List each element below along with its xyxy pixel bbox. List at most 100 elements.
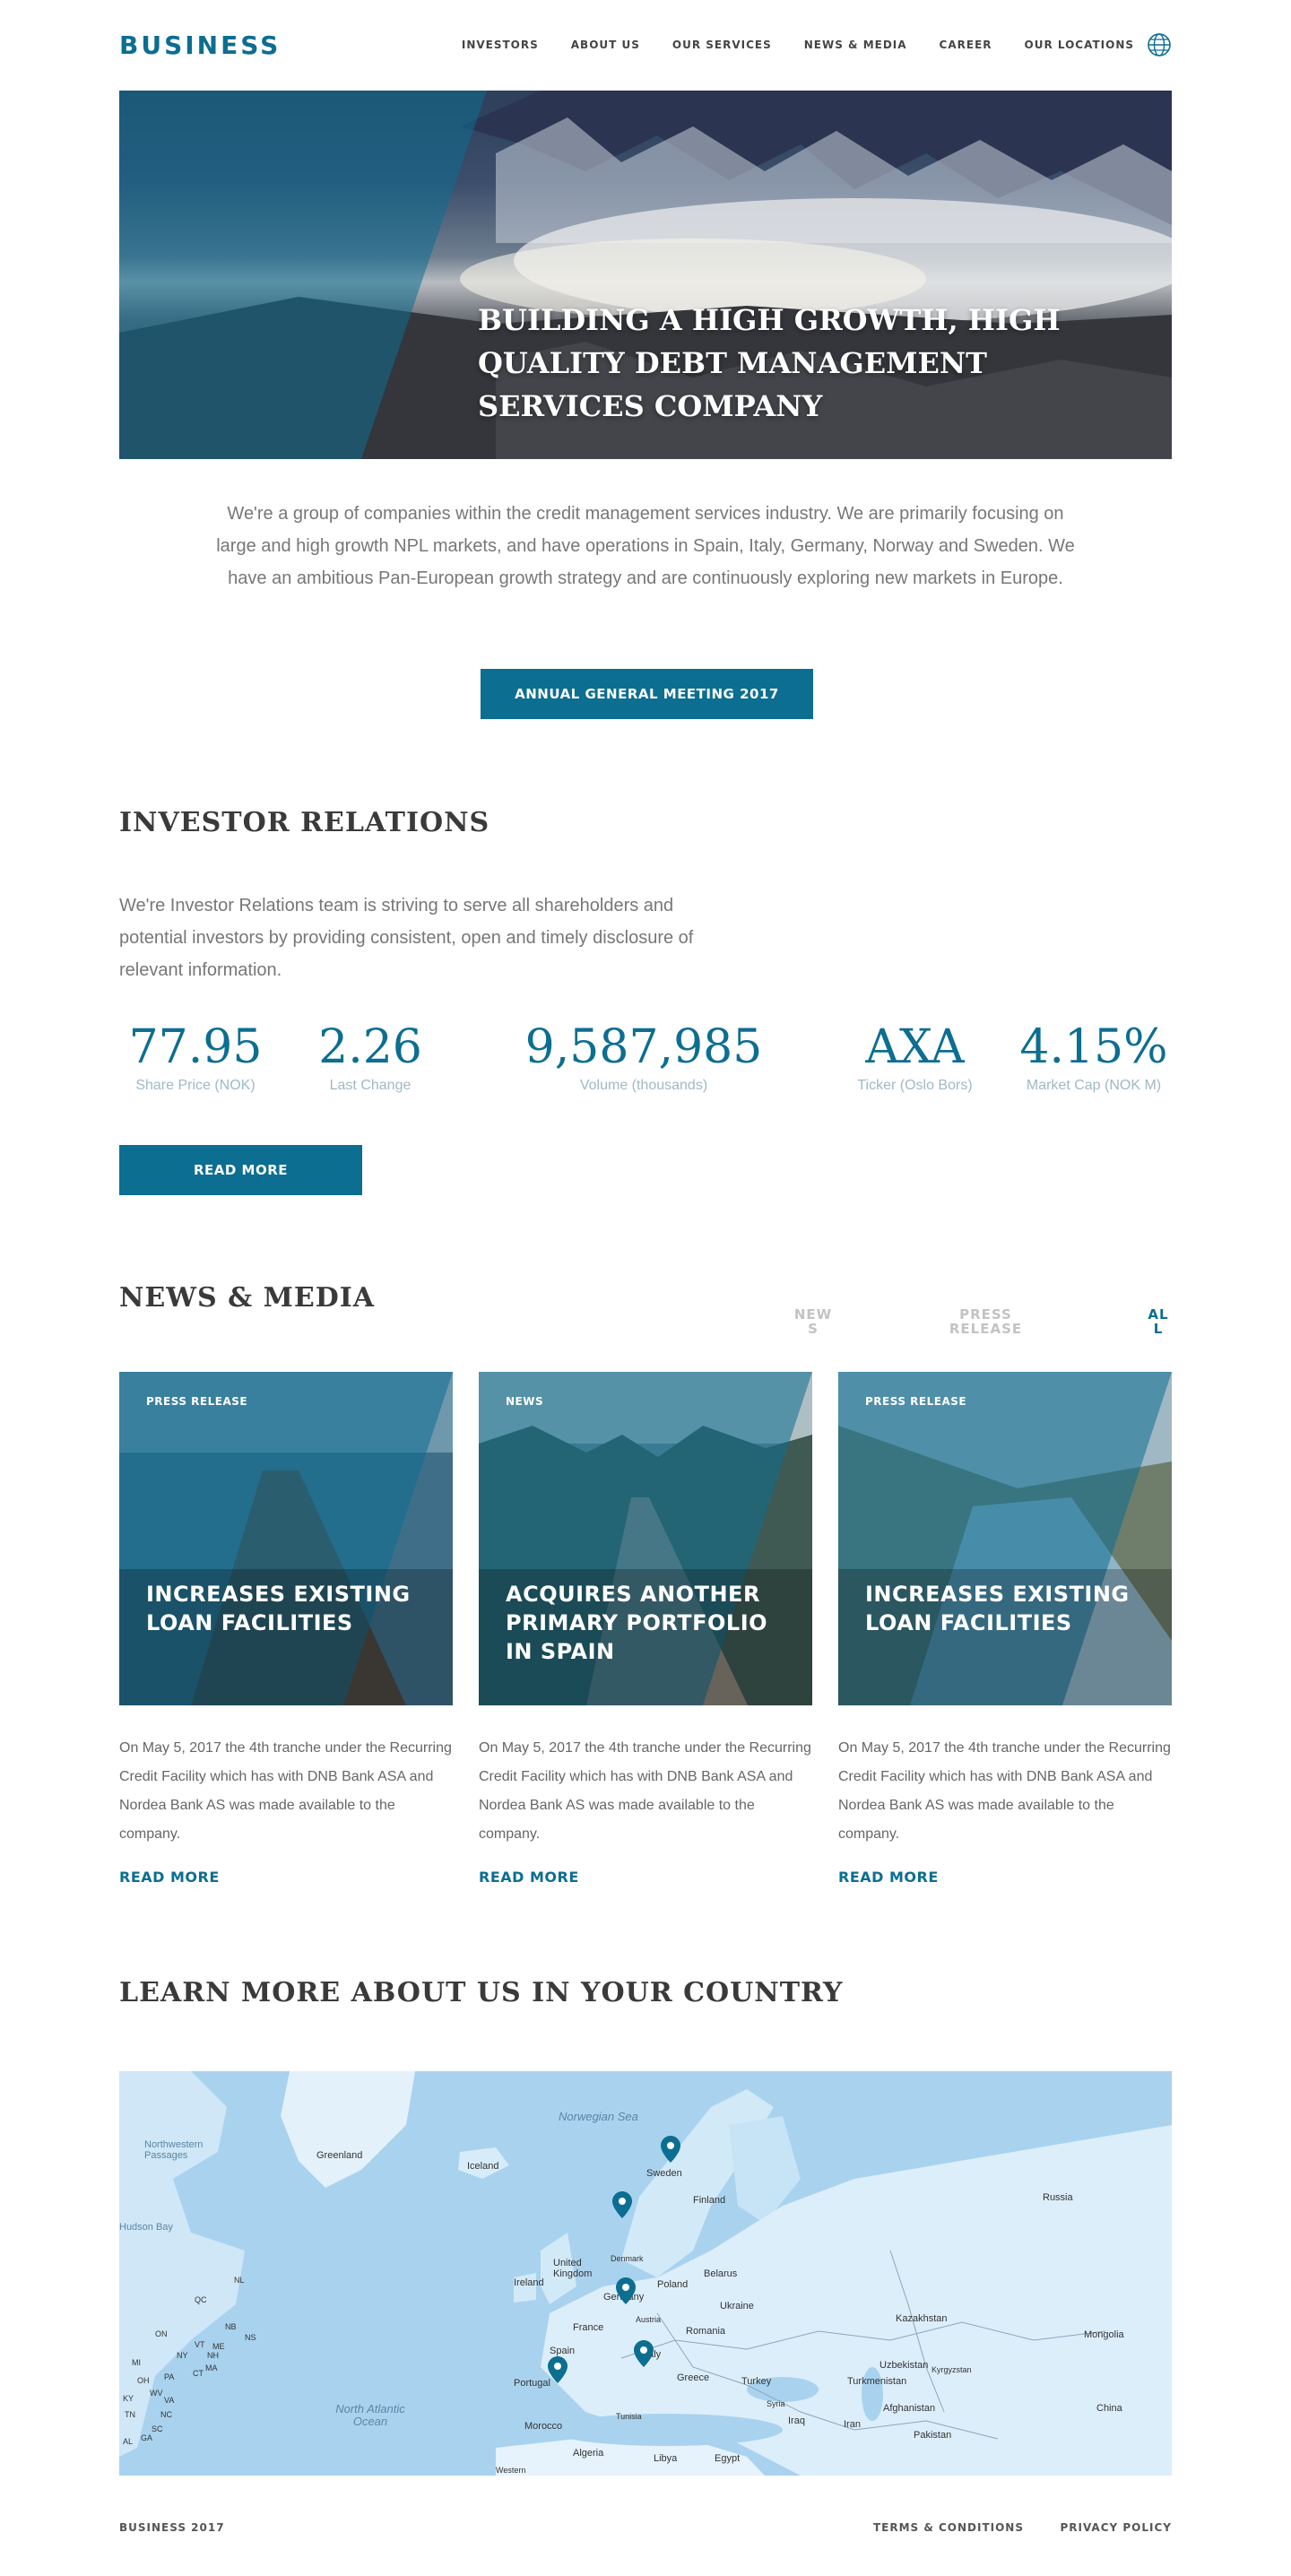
- news-card-read-more[interactable]: READ MORE: [479, 1869, 812, 1886]
- label-iraq: Iraq: [788, 2416, 805, 2426]
- label-qc: QC: [195, 2295, 207, 2304]
- label-romania: Romania: [686, 2326, 726, 2337]
- label-poland: Poland: [657, 2279, 689, 2290]
- stat-market-cap: 4.15% Market Cap (NOK M): [1016, 1020, 1172, 1094]
- label-algeria: Algeria: [573, 2448, 604, 2459]
- label-nh: NH: [207, 2351, 219, 2360]
- filter-press-release[interactable]: PRESS RELEASE: [948, 1307, 1024, 1336]
- label-oh: OH: [137, 2376, 150, 2385]
- label-uk: United Kingdom: [553, 2258, 593, 2279]
- intro-section: We're a group of companies within the cr…: [119, 498, 1172, 719]
- label-al: AL: [123, 2437, 134, 2446]
- nav-news-media[interactable]: NEWS & MEDIA: [804, 39, 907, 51]
- label-kazakhstan: Kazakhstan: [896, 2313, 948, 2324]
- stat-ticker: AXA Ticker (Oslo Bors): [845, 1020, 984, 1094]
- world-map[interactable]: Norwegian Sea North Atlantic Ocean North…: [119, 2071, 1172, 2476]
- label-russia: Russia: [1043, 2192, 1073, 2203]
- label-afghanistan: Afghanistan: [883, 2403, 936, 2414]
- label-western: Western: [496, 2466, 526, 2475]
- label-nw-passages: Northwestern Passages: [144, 2139, 204, 2161]
- stat-value: AXA: [865, 1020, 965, 1074]
- label-north-atlantic: North Atlantic Ocean: [335, 2402, 405, 2428]
- nav-career[interactable]: CAREER: [940, 39, 992, 51]
- news-card-text: On May 5, 2017 the 4th tranche under the…: [838, 1740, 1171, 1842]
- label-nb: NB: [225, 2322, 237, 2331]
- site-footer: BUSINESS 2017 TERMS & CONDITIONS PRIVACY…: [119, 2520, 1172, 2546]
- label-libya: Libya: [654, 2453, 678, 2464]
- news-card-text: On May 5, 2017 the 4th tranche under the…: [479, 1740, 811, 1842]
- label-ct: CT: [193, 2369, 204, 2378]
- label-ukraine: Ukraine: [720, 2301, 754, 2311]
- label-nc: NC: [160, 2410, 172, 2419]
- label-ma: MA: [205, 2364, 218, 2372]
- label-sweden: Sweden: [646, 2168, 682, 2179]
- news-card-image[interactable]: PRESS RELEASE INCREASES EXISTING LOAN FA…: [119, 1372, 453, 1705]
- news-card-title: INCREASES EXISTING LOAN FACILITIES: [146, 1582, 411, 1635]
- news-card-tag: NEWS: [506, 1395, 544, 1408]
- news-media-section: NEWS & MEDIA NEW S PRESS RELEASE AL L PR…: [119, 1282, 1172, 1886]
- map-land: [119, 2071, 1172, 2476]
- label-ky: KY: [123, 2394, 134, 2403]
- investor-relations-text: We're Investor Relations team is strivin…: [119, 896, 694, 980]
- label-turkey: Turkey: [741, 2376, 772, 2387]
- label-wv: WV: [150, 2389, 163, 2398]
- map-pin-icon[interactable]: [548, 2356, 568, 2383]
- news-card-tag: PRESS RELEASE: [865, 1395, 967, 1408]
- news-card-read-more[interactable]: READ MORE: [119, 1869, 453, 1886]
- nav-our-locations[interactable]: OUR LOCATIONS: [1025, 39, 1134, 51]
- stat-label: Ticker (Oslo Bors): [857, 1078, 973, 1093]
- label-greece: Greece: [677, 2372, 710, 2383]
- news-card-tag: PRESS RELEASE: [146, 1395, 248, 1408]
- stat-last-change: 2.26 Last Change: [312, 1020, 429, 1094]
- stat-value: 2.26: [318, 1020, 422, 1074]
- map-pin-icon[interactable]: [634, 2340, 654, 2367]
- label-france: France: [573, 2322, 604, 2333]
- label-morocco: Morocco: [524, 2421, 563, 2432]
- stat-value: 77.95: [128, 1020, 263, 1074]
- filter-all[interactable]: AL L: [1145, 1307, 1172, 1336]
- nav-investors[interactable]: INVESTORS: [462, 39, 539, 51]
- label-ga: GA: [141, 2433, 153, 2442]
- news-card[interactable]: NEWS ACQUIRES ANOTHER PRIMARY PORTFOLIO …: [479, 1372, 812, 1886]
- news-card[interactable]: PRESS RELEASE INCREASES EXISTING LOAN FA…: [838, 1372, 1172, 1886]
- news-card-text: On May 5, 2017 the 4th tranche under the…: [119, 1740, 452, 1842]
- stat-value: 9,587,985: [524, 1020, 763, 1074]
- news-card-title: INCREASES EXISTING LOAN FACILITIES: [865, 1582, 1130, 1635]
- map-pin-icon[interactable]: [616, 2277, 636, 2304]
- label-china: China: [1096, 2403, 1122, 2414]
- label-kyrgyzstan: Kyrgyzstan: [931, 2365, 972, 2374]
- label-ny: NY: [177, 2351, 188, 2360]
- map-pin-icon[interactable]: [661, 2136, 680, 2163]
- site-header: BUSINESS INVESTORS ABOUT US OUR SERVICES…: [119, 0, 1172, 90]
- map-pin-icon[interactable]: [612, 2191, 632, 2218]
- nav-about-us[interactable]: ABOUT US: [571, 39, 640, 51]
- label-ireland: Ireland: [514, 2277, 544, 2288]
- label-nl: NL: [234, 2276, 245, 2285]
- investor-read-more-button[interactable]: READ MORE: [119, 1145, 362, 1195]
- river-image: [838, 1372, 1172, 1705]
- news-card[interactable]: PRESS RELEASE INCREASES EXISTING LOAN FA…: [119, 1372, 453, 1886]
- footer-privacy-link[interactable]: PRIVACY POLICY: [1060, 2521, 1172, 2534]
- news-card-image[interactable]: NEWS ACQUIRES ANOTHER PRIMARY PORTFOLIO …: [479, 1372, 812, 1705]
- hero-title: BUILDING A HIGH GROWTH, HIGH QUALITY DEB…: [478, 303, 1061, 423]
- footer-terms-link[interactable]: TERMS & CONDITIONS: [873, 2521, 1024, 2534]
- label-me: ME: [212, 2342, 225, 2351]
- annual-general-meeting-button[interactable]: ANNUAL GENERAL MEETING 2017: [481, 669, 813, 719]
- label-portugal: Portugal: [514, 2378, 550, 2389]
- filter-news[interactable]: NEW S: [791, 1307, 836, 1336]
- stat-share-price: 77.95 Share Price (NOK): [128, 1020, 263, 1094]
- label-iran: Iran: [844, 2419, 861, 2430]
- news-card-image[interactable]: PRESS RELEASE INCREASES EXISTING LOAN FA…: [838, 1372, 1172, 1705]
- logo[interactable]: BUSINESS: [119, 30, 281, 60]
- label-belarus: Belarus: [704, 2268, 738, 2279]
- label-austria: Austria: [636, 2315, 662, 2324]
- label-norwegian-sea: Norwegian Sea: [559, 2110, 638, 2123]
- label-turkmenistan: Turkmenistan: [847, 2376, 907, 2387]
- investor-relations-heading: INVESTOR RELATIONS: [119, 807, 490, 838]
- nav-our-services[interactable]: OUR SERVICES: [672, 39, 772, 51]
- label-vt: VT: [195, 2340, 205, 2349]
- news-card-read-more[interactable]: READ MORE: [838, 1869, 1172, 1886]
- label-iceland: Iceland: [467, 2161, 499, 2172]
- globe-icon[interactable]: [1147, 32, 1172, 57]
- news-card-title: ACQUIRES ANOTHER PRIMARY PORTFOLIO IN SP…: [506, 1582, 768, 1664]
